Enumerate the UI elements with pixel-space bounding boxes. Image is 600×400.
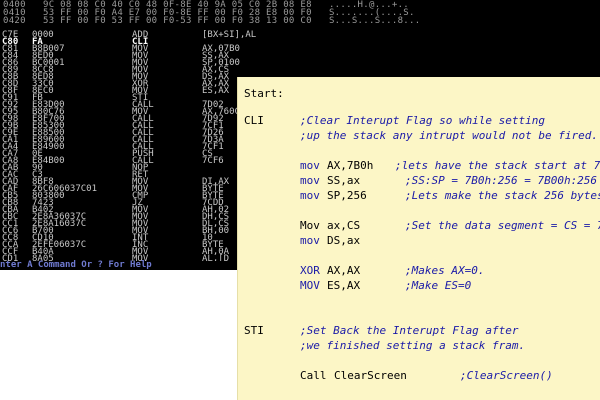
code-comment: ;Clear Interupt Flag so while setting: [300, 114, 546, 127]
code-keyword: XOR: [300, 264, 320, 277]
code-token: ES,AX: [327, 279, 361, 292]
code-token: AX,7B0h: [327, 159, 374, 172]
code-token: Start:: [244, 87, 284, 100]
instruction-operand: 7CF6: [202, 156, 224, 166]
code-comment: ;lets have the stack start at 7: [395, 159, 600, 172]
code-comment: ;up the stack any intrupt would not be f…: [300, 129, 599, 142]
code-keyword: MOV: [300, 279, 320, 292]
code-keyword: mov: [300, 174, 320, 187]
code-comment: ;Make ES=0: [405, 279, 472, 292]
code-token: SP,256: [327, 189, 367, 202]
code-comment: ;Lets make the stack 256 bytes.: [405, 189, 600, 202]
code-token: DS,ax: [327, 234, 361, 247]
code-token: SS,ax: [327, 174, 361, 187]
source-editor[interactable]: Start: CLI ;Clear Interupt Flag so while s…: [238, 77, 600, 400]
code-token: AX,AX: [327, 264, 361, 277]
code-comment: ;SS:SP = 7B0h:256 = 7B00h:256: [405, 174, 598, 187]
code-comment: ;ClearScreen(): [460, 369, 553, 382]
code-keyword: mov: [300, 159, 320, 172]
code-keyword: mov: [300, 234, 320, 247]
code-token: ClearScreen: [334, 369, 407, 382]
instruction-operand: ES,AX: [202, 86, 230, 96]
code-keyword: mov: [300, 189, 320, 202]
code-comment: ;Set Back the Interupt Flag after: [300, 324, 519, 337]
code-token: Call: [300, 369, 327, 382]
code-token: Mov: [300, 219, 320, 232]
instruction-operand: [BX+SI],AL: [202, 30, 257, 40]
code-token: CLI: [244, 114, 264, 127]
code-comment: ;we finished setting a stack fram.: [300, 339, 526, 352]
code-token: ax,CS: [327, 219, 361, 232]
code-comment: ;Makes AX=0.: [405, 264, 485, 277]
code-comment: ;Set the data segment = CS = 7C: [405, 219, 600, 232]
memory-dump-line: 0420 53 FF 00 F0 53 FF 00 F0-53 FF 00 F0…: [3, 16, 421, 26]
code-token: STI: [244, 324, 264, 337]
